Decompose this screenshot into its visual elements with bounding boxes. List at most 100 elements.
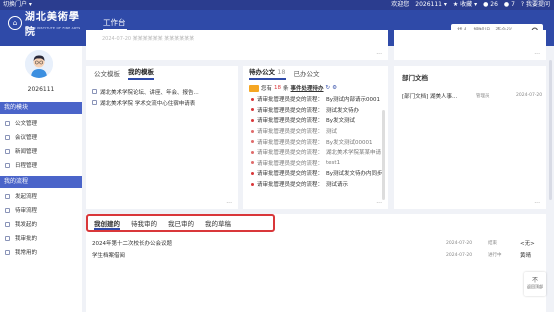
menu-schedule-mgmt[interactable]: 日程管理 bbox=[0, 158, 82, 172]
notification-count-value: 26 bbox=[490, 1, 498, 8]
todo-row[interactable]: 请审批管理员提交的流程： By发文测试 bbox=[251, 115, 388, 126]
todo-row[interactable]: 请审批管理员提交的流程： By测试发文待办内同步 bbox=[251, 168, 388, 179]
todo-subject: By发文测试00001 bbox=[326, 139, 373, 146]
event-pending-link[interactable]: 事件处理待办 bbox=[291, 84, 324, 92]
todo-row[interactable]: 请审批管理员提交的流程： 测试请示 bbox=[251, 179, 388, 190]
todo-prefix: 请审批管理员提交的流程： bbox=[257, 160, 324, 167]
unread-dot-icon bbox=[251, 118, 254, 122]
todo-row[interactable]: 请审批管理员提交的流程： 测试发文待办 bbox=[251, 105, 388, 116]
table-row[interactable]: 2024年第十二次校长办公会议题 2024-07-20 结束 <无> bbox=[92, 237, 542, 249]
message-count[interactable]: ● 7 bbox=[504, 0, 515, 10]
approved-icon bbox=[5, 235, 10, 241]
todo-prefix: 请审批管理员提交的流程： bbox=[257, 171, 324, 178]
todo-subject: By测试内部请示0001 bbox=[326, 97, 381, 104]
more-button[interactable]: ··· bbox=[226, 200, 232, 207]
templates-panel: 公文模板 我的模板 湖北美术学院论坛、讲座、年会、报告... 湖北美术学院 学术… bbox=[86, 66, 238, 209]
user-menu[interactable]: 2026111 ▾ bbox=[415, 0, 447, 10]
unread-dot-icon bbox=[251, 171, 254, 175]
more-button[interactable]: ··· bbox=[534, 200, 540, 207]
todo-subject: 测试请示 bbox=[326, 182, 349, 189]
doc-title: [部门文档] 湖美人事... bbox=[402, 93, 458, 100]
tab-pending-docs[interactable]: 待办公文 18 bbox=[249, 66, 286, 80]
filter-prefix: 您有 bbox=[261, 86, 273, 92]
user-avatar-icon bbox=[25, 50, 53, 78]
menu-label: 我发起的 bbox=[15, 222, 38, 228]
read-dot-icon bbox=[251, 161, 254, 165]
menu-label: 公文管理 bbox=[15, 121, 38, 127]
todo-panel: 待办公文 18 已办公文 您有 18 条 事件处理待办 ↻ ⚙ 请审批管理员提交… bbox=[243, 66, 388, 209]
tab-doc-templates[interactable]: 公文模板 bbox=[94, 68, 120, 80]
calendar-icon bbox=[5, 162, 10, 168]
todo-subject: By发文测试 bbox=[326, 118, 356, 125]
more-button[interactable]: ··· bbox=[376, 51, 382, 58]
more-button[interactable]: ··· bbox=[534, 51, 540, 58]
flow-owner: <无> bbox=[520, 241, 535, 247]
username: 2026111 bbox=[27, 86, 55, 93]
unread-dot-icon bbox=[251, 108, 254, 112]
list-item-label: 湖北美术学院 学术交流中心住宿申请表 bbox=[100, 100, 196, 107]
flow-status: 结束 bbox=[488, 241, 497, 246]
back-to-top-button[interactable]: 不 返回顶部 bbox=[524, 272, 546, 296]
todo-row[interactable]: 请审批管理员提交的流程： By测试内部请示0001 bbox=[251, 94, 388, 105]
mail-icon bbox=[249, 84, 259, 92]
todo-row[interactable]: 请审批管理员提交的流程： 湖北美术学院某某申请 bbox=[251, 147, 388, 158]
ask-question-label: 我要提问 bbox=[525, 1, 550, 8]
templates-tabs: 公文模板 我的模板 bbox=[86, 66, 238, 80]
favorites-menu[interactable]: ★ 收藏 ▾ bbox=[453, 0, 477, 10]
todo-row[interactable]: 请审批管理员提交的流程： test1 bbox=[251, 158, 388, 169]
tab-my-templates[interactable]: 我的模板 bbox=[128, 66, 154, 80]
flow-title: 学生档案借阅 bbox=[92, 253, 126, 259]
page-scrollbar[interactable] bbox=[549, 60, 552, 200]
list-item[interactable]: 湖北美术学院论坛、讲座、年会、报告... bbox=[92, 86, 238, 97]
settings-icon[interactable]: ⚙ bbox=[332, 85, 337, 91]
meeting-icon bbox=[5, 134, 10, 140]
welcome-text: 欢迎您 bbox=[391, 1, 410, 8]
notification-count[interactable]: ● 26 bbox=[483, 0, 498, 10]
list-item[interactable]: [部门文档] 湖美人事... 管理员 2024-07-20 bbox=[394, 90, 546, 101]
menu-pending-process[interactable]: 待审流程 bbox=[0, 203, 82, 217]
user-profile: 2026111 bbox=[0, 46, 82, 102]
process-section-title: 我的流程 bbox=[0, 176, 82, 188]
menu-label: 会议管理 bbox=[15, 135, 38, 141]
panel-title: 部门文档 bbox=[402, 74, 428, 82]
todo-subject: By测试发文待办内同步 bbox=[326, 171, 383, 178]
refresh-icon[interactable]: ↻ bbox=[326, 85, 331, 91]
flow-date: 2024-07-20 bbox=[446, 252, 473, 258]
menu-start-process[interactable]: 发起流程 bbox=[0, 189, 82, 203]
menu-frequent[interactable]: 我常用的 bbox=[0, 245, 82, 259]
news-icon bbox=[5, 148, 10, 154]
avatar[interactable] bbox=[25, 50, 53, 78]
menu-document-mgmt[interactable]: 公文管理 bbox=[0, 116, 82, 130]
menu-meeting-mgmt[interactable]: 会议管理 bbox=[0, 130, 82, 144]
todo-prefix: 请审批管理员提交的流程： bbox=[257, 129, 324, 136]
nav-workbench[interactable]: 工作台 bbox=[103, 17, 126, 28]
tabs-highlight-box bbox=[86, 214, 275, 232]
logo-subtitle: HUBEI INSTITUTE OF FINE ARTS bbox=[25, 26, 81, 30]
doc-date: 2024-07-20 bbox=[516, 93, 543, 98]
faded-row: 2024-07-20 某某某某某某 某某某某某某 bbox=[102, 36, 195, 42]
todo-prefix: 请审批管理员提交的流程： bbox=[257, 150, 324, 157]
menu-label: 发起流程 bbox=[15, 194, 38, 200]
ask-question-link[interactable]: ? 我要提问 bbox=[521, 0, 550, 10]
todo-prefix: 请审批管理员提交的流程： bbox=[257, 97, 324, 104]
more-button[interactable]: ··· bbox=[376, 200, 382, 207]
menu-label: 日程管理 bbox=[15, 163, 38, 169]
read-dot-icon bbox=[251, 150, 254, 154]
todo-row[interactable]: 请审批管理员提交的流程： By发文测试00001 bbox=[251, 136, 388, 147]
doc-icon bbox=[92, 89, 97, 94]
list-item[interactable]: 湖北美术学院 学术交流中心住宿申请表 bbox=[92, 97, 238, 108]
todo-scrollbar[interactable] bbox=[382, 110, 385, 200]
unread-dot-icon bbox=[251, 97, 254, 101]
todo-row[interactable]: 请审批管理员提交的流程： 测试 bbox=[251, 126, 388, 137]
flow-date: 2024-07-20 bbox=[446, 240, 473, 246]
tab-done-docs[interactable]: 已办公文 bbox=[294, 68, 320, 80]
department-docs-panel: 部门文档 [部门文档] 湖美人事... 管理员 2024-07-20 ··· bbox=[394, 66, 546, 209]
menu-my-initiated[interactable]: 我发起的 bbox=[0, 217, 82, 231]
tab-label: 待办公文 bbox=[249, 68, 275, 76]
menu-label: 我常用的 bbox=[15, 250, 38, 256]
menu-my-approved[interactable]: 我审批的 bbox=[0, 231, 82, 245]
top-right-partial-panel: ··· bbox=[394, 30, 546, 60]
table-row[interactable]: 学生档案借阅 2024-07-20 进行中 黄晴 bbox=[92, 249, 542, 261]
todo-subject: test1 bbox=[326, 159, 341, 166]
menu-news-mgmt[interactable]: 新闻管理 bbox=[0, 144, 82, 158]
